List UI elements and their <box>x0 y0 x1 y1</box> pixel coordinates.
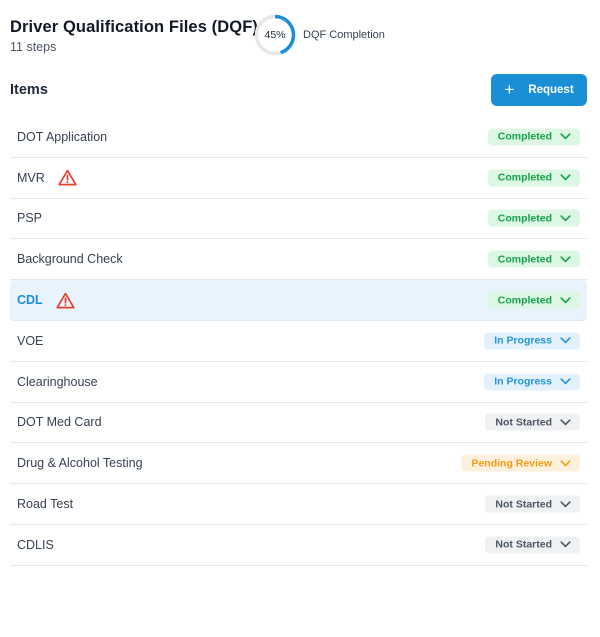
status-dropdown[interactable]: In Progress <box>484 373 580 391</box>
status-dropdown[interactable]: Completed <box>487 169 580 187</box>
request-button-label: Request <box>528 84 574 96</box>
status-badge: Completed <box>497 253 552 266</box>
status-badge: Completed <box>497 130 552 143</box>
status-badge: In Progress <box>494 334 552 347</box>
chevron-down-icon <box>560 337 571 345</box>
list-item[interactable]: PSP Completed <box>10 199 587 240</box>
status-badge: Completed <box>497 171 552 184</box>
list-item-label: VOE <box>17 333 44 348</box>
status-badge: In Progress <box>494 375 552 388</box>
status-badge: Not Started <box>495 538 552 551</box>
list-item[interactable]: Road Test Not Started <box>10 484 587 525</box>
status-badge: Not Started <box>495 498 552 511</box>
chevron-down-icon <box>560 418 571 426</box>
page-title: Driver Qualification Files (DQF) <box>10 18 258 36</box>
list-item-label: DOT Application <box>17 129 108 144</box>
chevron-down-icon <box>560 174 571 182</box>
status-dropdown[interactable]: In Progress <box>484 332 580 350</box>
plus-icon: + <box>504 79 515 99</box>
list-item[interactable]: MVR Completed <box>10 158 587 199</box>
list-item-label: CDL <box>17 293 43 308</box>
list-item-label: CDLIS <box>17 537 54 552</box>
chevron-down-icon <box>560 133 571 141</box>
status-dropdown[interactable]: Not Started <box>485 536 580 554</box>
request-button[interactable]: + Request <box>491 74 587 106</box>
progress-percent: 45% <box>264 29 286 41</box>
status-dropdown[interactable]: Completed <box>487 291 580 309</box>
list-item[interactable]: DOT Application Completed <box>10 117 587 158</box>
list-item[interactable]: VOE In Progress <box>10 321 587 362</box>
status-dropdown[interactable]: Completed <box>487 250 580 268</box>
status-dropdown[interactable]: Completed <box>487 209 580 227</box>
warning-icon <box>56 292 75 309</box>
list-item-label: Road Test <box>17 497 74 512</box>
status-dropdown[interactable]: Completed <box>487 128 580 146</box>
list-item-label: MVR <box>17 170 45 185</box>
chevron-down-icon <box>560 296 571 304</box>
list-item-label: PSP <box>17 211 43 226</box>
warning-icon <box>58 169 77 186</box>
status-badge: Pending Review <box>471 457 552 470</box>
status-badge: Completed <box>497 294 552 307</box>
page-header: Driver Qualification Files (DQF) 11 step… <box>10 14 590 62</box>
steps-count: 11 steps <box>10 40 57 54</box>
chevron-down-icon <box>560 378 571 386</box>
status-dropdown[interactable]: Not Started <box>485 495 580 513</box>
items-list: DOT Application Completed MVR Completed PSP C… <box>10 117 587 566</box>
status-badge: Not Started <box>495 416 552 429</box>
status-dropdown[interactable]: Not Started <box>485 413 580 431</box>
chevron-down-icon <box>560 459 571 467</box>
title-block: Driver Qualification Files (DQF) 11 step… <box>10 18 258 54</box>
list-item-label: Background Check <box>17 252 123 267</box>
chevron-down-icon <box>560 500 571 508</box>
list-item[interactable]: CDL Completed <box>10 280 587 321</box>
chevron-down-icon <box>560 214 571 222</box>
list-item-label: Clearinghouse <box>17 374 98 389</box>
completion-progress-ring: 45% <box>254 14 296 56</box>
progress-caption: DQF Completion <box>303 29 385 41</box>
list-item[interactable]: Drug & Alcohol Testing Pending Review <box>10 443 587 485</box>
items-toolbar: Items + Request <box>10 74 587 106</box>
list-item[interactable]: Clearinghouse In Progress <box>10 362 587 403</box>
chevron-down-icon <box>560 255 571 263</box>
list-item-label: DOT Med Card <box>17 415 102 430</box>
list-item-label: Drug & Alcohol Testing <box>17 456 143 471</box>
chevron-down-icon <box>560 541 571 549</box>
status-badge: Completed <box>497 212 552 225</box>
status-dropdown[interactable]: Pending Review <box>461 454 580 472</box>
list-item[interactable]: DOT Med Card Not Started <box>10 403 587 444</box>
list-item[interactable]: CDLIS Not Started <box>10 525 587 566</box>
list-item[interactable]: Background Check Completed <box>10 239 587 281</box>
items-heading: Items <box>10 82 48 98</box>
